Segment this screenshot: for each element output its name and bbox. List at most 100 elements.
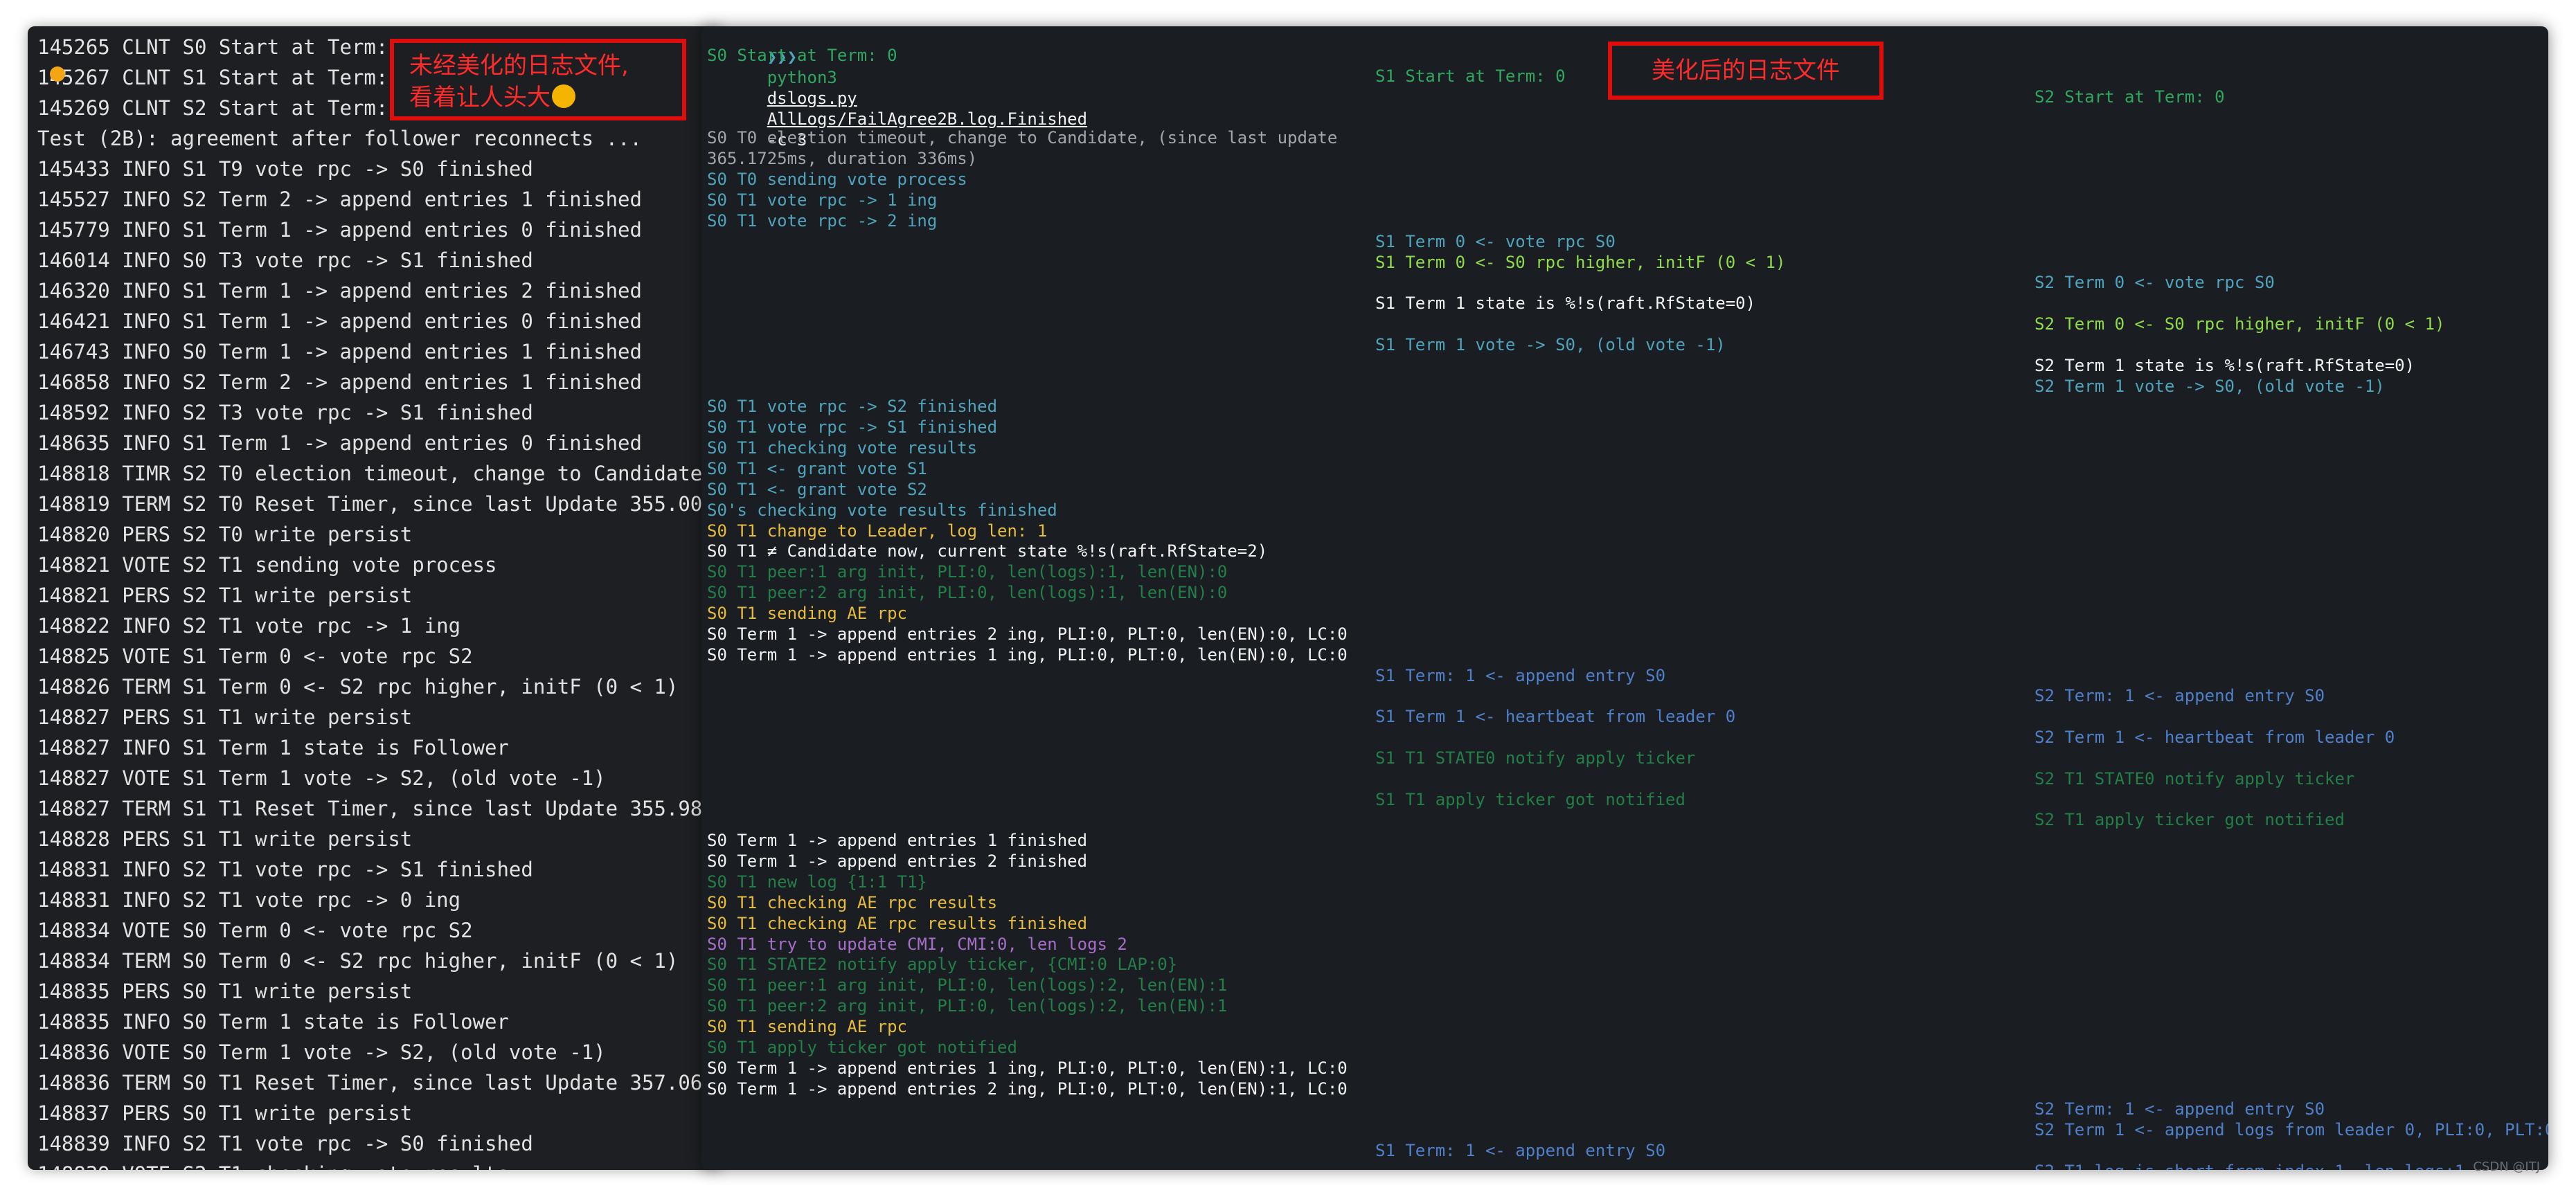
log-entry-s1: S1 T1 STATE0 notify apply ticker xyxy=(1375,748,1696,768)
log-entry-s0: S0 T1 peer:2 arg init, PLI:0, len(logs):… xyxy=(707,996,1228,1016)
log-entry-s0: S0 T1 sending AE rpc xyxy=(707,604,907,623)
raw-log-line: 148827 VOTE S1 Term 1 vote -> S2, (old v… xyxy=(37,766,606,790)
raw-log-annotation: 未经美化的日志文件, 看着让人头大 xyxy=(390,39,686,120)
raw-log-line: 148818 TIMR S2 T0 election timeout, chan… xyxy=(37,462,715,485)
log-entry-s1: S1 T1 apply ticker got notified xyxy=(1375,790,1685,809)
log-entry-s2: S2 T1 STATE0 notify apply ticker xyxy=(2034,769,2355,788)
log-entry-s0: S0 T1 <- grant vote S1 xyxy=(707,459,927,478)
log-entry-s2: S2 T1 log is short from index 1, len log… xyxy=(2034,1161,2465,1170)
raw-log-line: 145265 CLNT S0 Start at Term: 0 xyxy=(37,35,413,59)
log-entry-s0: S0 T0 sending vote process xyxy=(707,170,967,189)
log-entry-s0: S0 T1 peer:1 arg init, PLI:0, len(logs):… xyxy=(707,562,1228,582)
raw-log-line: 148835 INFO S0 Term 1 state is Follower xyxy=(37,1010,509,1034)
watermark: CSDN @ITJ xyxy=(2473,1160,2540,1174)
raw-log-annotation-line2-wrap: 看着让人头大 xyxy=(409,82,682,114)
raw-log-annotation-line2: 看着让人头大 xyxy=(409,84,551,111)
raw-log-line: Test (2B): agreement after follower reco… xyxy=(37,127,642,150)
log-entry-s1: S1 Term: 1 <- append entry S0 xyxy=(1375,1141,1666,1160)
log-entry-s2: S2 Term 0 <- vote rpc S0 xyxy=(2034,273,2275,292)
log-entry-s2: S2 Term 1 <- heartbeat from leader 0 xyxy=(2034,728,2395,747)
log-entry-s0: S0 Start at Term: 0 xyxy=(707,46,897,65)
raw-log-line: 148836 TERM S0 T1 Reset Timer, since las… xyxy=(37,1071,720,1094)
log-entry-s0: S0 T1 ≠ Candidate now, current state %!s… xyxy=(707,541,1268,561)
raw-log-line: 148635 INFO S1 Term 1 -> append entries … xyxy=(37,431,642,455)
log-entry-s0: S0 Term 1 -> append entries 2 finished xyxy=(707,851,1088,871)
log-entry-s0: S0 T1 sending AE rpc xyxy=(707,1017,907,1036)
raw-log-line: 148836 VOTE S0 Term 1 vote -> S2, (old v… xyxy=(37,1040,606,1064)
log-entry-s0: S0 Term 1 -> append entries 2 ing, PLI:0… xyxy=(707,624,1348,644)
raw-log-line: 148819 TERM S2 T0 Reset Timer, since las… xyxy=(37,492,720,516)
log-entry-s1: S1 Term 1 state is %!s(raft.RfState=0) xyxy=(1375,294,1756,313)
log-entry-s1: S1 Term 0 <- S0 rpc higher, initF (0 < 1… xyxy=(1375,253,1786,272)
log-entry-s0: S0 T1 peer:1 arg init, PLI:0, len(logs):… xyxy=(707,975,1228,995)
log-entry-s1: S1 Term 1 vote -> S0, (old vote -1) xyxy=(1375,335,1726,354)
raw-log-line: 148822 INFO S2 T1 vote rpc -> 1 ing xyxy=(37,614,461,638)
log-entry-s0: S0 T1 vote rpc -> 2 ing xyxy=(707,211,938,231)
command-script: dslogs.py xyxy=(767,89,857,108)
raw-log-line: 148592 INFO S2 T3 vote rpc -> S1 finishe… xyxy=(37,401,533,424)
exploding-head-emoji-icon xyxy=(552,84,575,108)
screenshot-stage: 145265 CLNT S0 Start at Term: 0 145267 CL… xyxy=(0,0,2576,1199)
raw-log-line: 145269 CLNT S2 Start at Term: 0 xyxy=(37,96,413,120)
log-entry-s0: S0 Term 1 -> append entries 1 ing, PLI:0… xyxy=(707,1058,1348,1078)
raw-log-line: 146858 INFO S2 Term 2 -> append entries … xyxy=(37,370,642,394)
command-line: ❯❯❯ python3 dslogs.py AllLogs/FailAgree2… xyxy=(707,26,1087,150)
raw-log-line: 148827 INFO S1 Term 1 state is Follower xyxy=(37,736,509,759)
raw-log-line: 148828 PERS S1 T1 write persist xyxy=(37,827,413,851)
raw-log-line: 148826 TERM S1 Term 0 <- S2 rpc higher, … xyxy=(37,675,679,698)
log-entry-s0: S0 T1 change to Leader, log len: 1 xyxy=(707,521,1048,541)
log-entry-s0: S0 T1 STATE2 notify apply ticker, {CMI:0… xyxy=(707,955,1178,974)
pretty-log-annotation: 美化后的日志文件 xyxy=(1608,42,1884,100)
raw-log-line: 145433 INFO S1 T9 vote rpc -> S0 finishe… xyxy=(37,157,533,181)
log-entry-s2: S2 Term 1 <- append logs from leader 0, … xyxy=(2034,1120,2548,1139)
raw-log-line: 146320 INFO S1 Term 1 -> append entries … xyxy=(37,279,642,303)
pretty-log-terminal[interactable]: ❯❯❯ python3 dslogs.py AllLogs/FailAgree2… xyxy=(701,26,2548,1170)
pretty-log-annotation-label: 美化后的日志文件 xyxy=(1652,57,1840,84)
log-entry-s0: S0 T1 checking AE rpc results xyxy=(707,893,998,912)
raw-log-line: 148821 VOTE S2 T1 sending vote process xyxy=(37,553,497,577)
log-entry-s1: S1 Start at Term: 0 xyxy=(1375,66,1566,86)
log-entry-s2: S2 Term 0 <- S0 rpc higher, initF (0 < 1… xyxy=(2034,314,2445,334)
raw-log-line: 146421 INFO S1 Term 1 -> append entries … xyxy=(37,309,642,333)
raw-log-line: 148827 PERS S1 T1 write persist xyxy=(37,705,413,729)
log-entry-s0: S0 T1 vote rpc -> 1 ing xyxy=(707,190,938,210)
log-entry-s2: S2 Start at Term: 0 xyxy=(2034,87,2225,107)
raw-log-line: 148820 PERS S2 T0 write persist xyxy=(37,523,413,546)
raw-log-annotation-line1: 未经美化的日志文件, xyxy=(409,52,629,80)
log-entry-s0: 365.1725ms, duration 336ms) xyxy=(707,149,978,168)
raw-log-line: 145527 INFO S2 Term 2 -> append entries … xyxy=(37,188,642,211)
log-entry-s1: S1 Term: 1 <- append entry S0 xyxy=(1375,666,1666,685)
log-entry-s2: S2 Term: 1 <- append entry S0 xyxy=(2034,1099,2325,1119)
raw-log-line: 148839 INFO S2 T1 vote rpc -> S0 finishe… xyxy=(37,1132,533,1155)
log-entry-s0: S0 Term 1 -> append entries 1 ing, PLI:0… xyxy=(707,645,1348,665)
raw-log-line: 148835 PERS S0 T1 write persist xyxy=(37,980,413,1003)
raw-log-line: 148839 VOTE S2 T1 checking vote results xyxy=(37,1159,509,1170)
raw-log-line: 148837 PERS S0 T1 write persist xyxy=(37,1101,413,1125)
log-entry-s0: S0 T0 election timeout, change to Candid… xyxy=(707,128,1338,147)
raw-log-line: 148821 PERS S2 T1 write persist xyxy=(37,584,413,607)
raw-log-line: 146014 INFO S0 T3 vote rpc -> S1 finishe… xyxy=(37,249,533,272)
raw-log-line: 148825 VOTE S1 Term 0 <- vote rpc S2 xyxy=(37,644,473,668)
command-path: AllLogs/FailAgree2B.log.Finished xyxy=(767,109,1088,129)
log-entry-s1: S1 Term 1 <- heartbeat from leader 0 xyxy=(1375,707,1736,726)
log-entry-s2: S2 T1 apply ticker got notified xyxy=(2034,810,2345,829)
log-entry-s0: S0 Term 1 -> append entries 1 finished xyxy=(707,831,1088,850)
raw-log-line: 148831 INFO S2 T1 vote rpc -> S1 finishe… xyxy=(37,858,533,881)
raw-log-line: 148834 VOTE S0 Term 0 <- vote rpc S2 xyxy=(37,919,473,942)
raw-log-line: 145779 INFO S1 Term 1 -> append entries … xyxy=(37,218,642,242)
log-entry-s0: S0 Term 1 -> append entries 2 ing, PLI:0… xyxy=(707,1079,1348,1099)
cursor-dot xyxy=(50,66,65,82)
raw-log-line: 145267 CLNT S1 Start at Term: 0 xyxy=(37,66,413,89)
log-entry-s0: S0 T1 vote rpc -> S1 finished xyxy=(707,417,998,437)
raw-log-terminal[interactable]: 145265 CLNT S0 Start at Term: 0 145267 CL… xyxy=(28,26,720,1170)
log-entry-s0: S0 T1 apply ticker got notified xyxy=(707,1038,1017,1057)
log-entry-s0: S0 T1 new log {1:1 T1} xyxy=(707,872,927,892)
log-entry-s0: S0 T1 checking AE rpc results finished xyxy=(707,914,1088,933)
log-entry-s0: S0 T1 vote rpc -> S2 finished xyxy=(707,397,998,416)
raw-log-line: 148834 TERM S0 Term 0 <- S2 rpc higher, … xyxy=(37,949,679,973)
raw-log-line: 146743 INFO S0 Term 1 -> append entries … xyxy=(37,340,642,363)
log-entry-s0: S0 T1 try to update CMI, CMI:0, len logs… xyxy=(707,935,1127,954)
raw-log-line: 148831 INFO S2 T1 vote rpc -> 0 ing xyxy=(37,888,461,912)
command-program: python3 xyxy=(767,68,837,87)
log-entry-s0: S0 T1 checking vote results xyxy=(707,438,978,458)
